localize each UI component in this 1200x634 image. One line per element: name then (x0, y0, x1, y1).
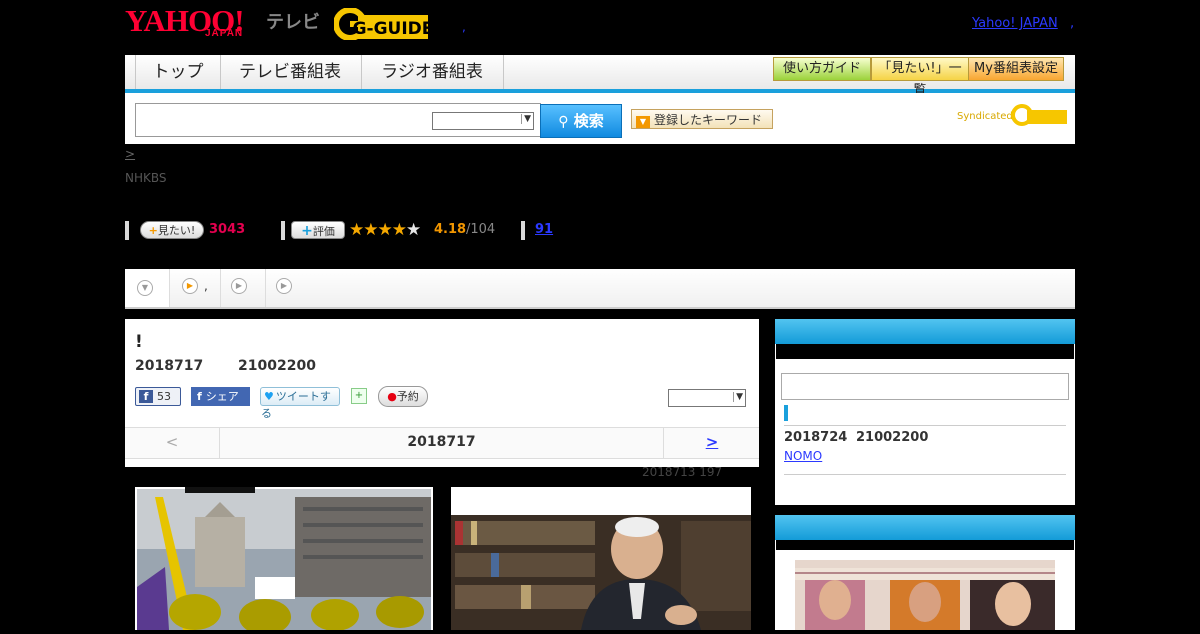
want-list-button[interactable]: 「見たい!」一覧 (871, 57, 969, 98)
next-broadcast-time: 21002200 (856, 430, 929, 445)
star-filled-icon: ★ (363, 220, 378, 240)
stats-divider (281, 221, 285, 240)
sidebar-header (775, 319, 1075, 344)
stats-divider (521, 221, 525, 240)
plus-icon: + (301, 223, 313, 239)
program-subnav: ▼ ▶ , ▶ ▶ (125, 269, 1075, 309)
star-empty-icon: ★ (406, 220, 421, 240)
search-button[interactable]: ⚲ 検索 (540, 104, 622, 138)
rating-total: /104 (466, 222, 496, 237)
dropdown-arrow-icon: ▼ (636, 116, 650, 128)
header-separator: , (462, 20, 466, 34)
facebook-icon: f (197, 390, 202, 403)
record-icon: ● (387, 390, 397, 403)
registered-keyword-button[interactable]: ▼ 登録したキーワード (631, 109, 773, 129)
sidebar-header-band (776, 540, 1074, 550)
stats-divider (125, 221, 129, 240)
rate-button[interactable]: +評価 (291, 221, 345, 239)
program-title: ! (135, 332, 143, 352)
sidebar-next-broadcast: 2018724 21002200 NOMO (775, 319, 1075, 505)
subnav-item[interactable]: ▶ (221, 269, 266, 307)
usage-guide-button[interactable]: 使い方ガイド (773, 57, 871, 81)
share-label: シェア (205, 390, 239, 403)
reserve-label: 予約 (396, 390, 419, 403)
yahoo-logo-japan: JAPAN (205, 28, 244, 39)
want-label: 見たい! (157, 224, 196, 237)
program-thumbnail[interactable] (451, 487, 751, 630)
subnav-item[interactable]: ▶ , (170, 269, 221, 307)
subnav-item-label: , (204, 279, 208, 293)
subnav-item[interactable]: ▶ (266, 269, 306, 307)
date-pager: < 2018717 > (125, 427, 759, 459)
twitter-icon: ♥ (264, 390, 274, 403)
pager-current-date: 2018717 (407, 434, 476, 450)
facebook-like-button[interactable]: f 53 (135, 387, 181, 406)
thumbnail-image-protest (137, 487, 431, 634)
yahoo-japan-link[interactable]: Yahoo! JAPAN (972, 16, 1058, 31)
program-info: ! 2018717 21002200 f 53 f シェア ♥ ツイートする + ●予… (125, 319, 759, 467)
want-button[interactable]: +見たい! (140, 221, 204, 239)
gguide-logo[interactable]: G-GUIDE (334, 8, 430, 40)
tab-top[interactable]: トップ (135, 55, 221, 89)
facebook-icon: f (139, 390, 153, 403)
program-time: 21002200 (238, 358, 316, 374)
sidebar-search-input[interactable] (781, 373, 1069, 400)
chevron-down-icon: ▼ (137, 280, 153, 296)
header-extra-link[interactable]: , (1070, 16, 1074, 31)
facebook-share-button[interactable]: f シェア (191, 387, 250, 406)
search-icon: ⚲ (558, 114, 569, 130)
play-icon: ▶ (231, 278, 247, 294)
tweet-button[interactable]: ♥ ツイートする (260, 387, 340, 420)
breadcrumb[interactable]: > (125, 147, 135, 161)
plus-icon: + (148, 224, 158, 237)
program-thumbnail[interactable] (135, 487, 433, 634)
chevron-down-icon: ▼ (521, 114, 531, 124)
my-schedule-settings-button[interactable]: My番組表設定 (968, 57, 1064, 81)
like-count: 53 (157, 390, 171, 403)
next-broadcast-link[interactable]: NOMO (784, 449, 871, 463)
program-select[interactable]: ▼ (668, 389, 746, 407)
program-updated: 2018713 197 (642, 465, 723, 479)
chevron-down-icon: ▼ (733, 392, 743, 402)
subnav-item-active[interactable]: ▼ (125, 269, 170, 307)
bookmark-icon[interactable]: + (351, 388, 367, 404)
search-category-select[interactable]: ▼ (432, 112, 534, 130)
main-nav: トップ テレビ番組表 ラジオ番組表 使い方ガイド 「見たい!」一覧 My番組表設… (125, 55, 1075, 98)
ad-banner[interactable] (795, 550, 1055, 630)
rating-value: 4.18 (434, 222, 467, 237)
tab-radio-schedule[interactable]: ラジオ番組表 (361, 55, 504, 89)
tab-tv-schedule[interactable]: テレビ番組表 (219, 55, 362, 89)
want-count: 3043 (209, 222, 246, 237)
gguide-logo-text: G-GUIDE (353, 19, 430, 39)
prev-day-button[interactable]: < (125, 428, 220, 458)
syndicated-gguide-logo (1011, 104, 1067, 126)
star-filled-icon: ★ (391, 220, 407, 240)
section-marker (784, 405, 788, 421)
star-filled-icon: ★ (377, 220, 393, 240)
play-icon: ▶ (276, 278, 292, 294)
channel-name: NHKBS (125, 171, 167, 185)
rating-stars: ★★★★★ (349, 220, 421, 240)
tv-logo[interactable]: テレビ (266, 8, 320, 34)
reserve-button[interactable]: ●予約 (378, 386, 428, 407)
registered-keyword-label: 登録したキーワード (654, 113, 763, 127)
search-bar: ▼ ⚲ 検索 ▼ 登録したキーワード Syndicated (125, 93, 1075, 144)
next-day-button[interactable]: > (663, 428, 760, 458)
rate-label: 評価 (312, 225, 335, 238)
next-broadcast-date: 2018724 (784, 430, 848, 445)
comment-count-link[interactable]: 91 (535, 222, 553, 237)
play-icon: ▶ (182, 278, 198, 294)
ad-banner-image (795, 560, 1055, 630)
divider (784, 474, 1066, 475)
program-date: 2018717 (135, 358, 204, 374)
syndicated-label: Syndicated (957, 111, 1013, 122)
sidebar-ad (775, 515, 1075, 630)
star-filled-icon: ★ (349, 220, 364, 240)
search-button-label: 検索 (573, 112, 604, 130)
sidebar-header (775, 515, 1075, 540)
thumbnail-image-interview (451, 515, 751, 630)
divider (784, 425, 1066, 426)
sidebar-header-band (776, 344, 1074, 359)
